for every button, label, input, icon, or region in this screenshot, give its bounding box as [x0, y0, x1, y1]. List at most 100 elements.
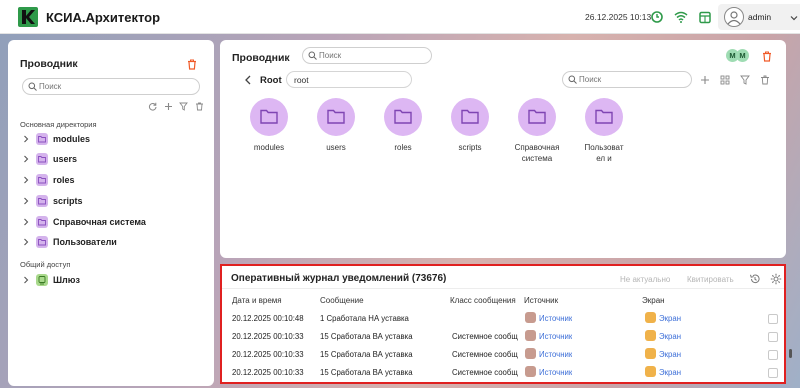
chevron-down-icon [790, 16, 798, 21]
column-header-screen[interactable]: Экран [642, 296, 665, 305]
tree-item-users[interactable]: users [22, 152, 77, 166]
explorer-title: Проводник [232, 52, 290, 64]
cell-message: 1 Сработала НА уставка [320, 314, 409, 323]
wifi-icon[interactable] [674, 10, 688, 24]
back-icon[interactable] [244, 75, 252, 85]
app-logo-icon [18, 7, 38, 27]
explorer-search-field[interactable] [302, 47, 432, 64]
journal-scrollbar[interactable] [789, 290, 793, 380]
folder-icon [36, 153, 48, 165]
gear-icon[interactable] [770, 273, 782, 285]
source-icon [525, 366, 536, 377]
trash-icon[interactable] [762, 51, 772, 62]
tree-item-gateway[interactable]: Шлюз [22, 273, 80, 287]
folder-filter-input[interactable] [579, 73, 684, 86]
cell-class: Системное сообщ... [452, 368, 518, 377]
chevron-right-icon[interactable] [22, 197, 30, 205]
folder-icon [451, 98, 489, 136]
search-icon [568, 75, 577, 84]
column-header-message[interactable]: Сообщение [320, 296, 364, 305]
calendar-icon[interactable] [698, 10, 712, 24]
row-checkbox[interactable] [768, 368, 778, 378]
row-checkbox[interactable] [768, 314, 778, 324]
folder-tile-roles[interactable]: roles [368, 98, 438, 153]
folder-icon [518, 98, 556, 136]
search-icon [308, 51, 317, 60]
chevron-right-icon[interactable] [22, 135, 30, 143]
trash-icon[interactable] [187, 59, 197, 70]
folder-tile-users[interactable]: users [301, 98, 371, 153]
tree-item-reference-system[interactable]: Справочная система [22, 215, 146, 229]
chevron-right-icon[interactable] [22, 176, 30, 184]
column-header-class[interactable]: Класс сообщения [450, 296, 516, 305]
add-icon[interactable] [164, 102, 173, 111]
cell-source-link[interactable]: Источник [539, 314, 572, 323]
path-input[interactable]: root [286, 71, 412, 88]
table-row[interactable]: 20.12.2025 00:10:33 15 Сработала ВА уста… [222, 365, 778, 383]
cell-screen-link[interactable]: Экран [659, 332, 681, 341]
tree-item-label: modules [53, 134, 91, 144]
section-shared-label: Общий доступ [20, 260, 71, 269]
folder-name: Пользовател и [584, 143, 624, 163]
column-header-source[interactable]: Источник [524, 296, 558, 305]
folder-filter-field[interactable] [562, 71, 692, 88]
tree-item-label: Шлюз [53, 275, 80, 285]
left-search-input[interactable] [39, 80, 189, 93]
history-icon[interactable] [749, 273, 761, 285]
search-icon [28, 82, 37, 91]
row-checkbox[interactable] [768, 332, 778, 342]
source-icon [525, 348, 536, 359]
table-row[interactable]: 20.12.2025 00:10:33 15 Сработала ВА уста… [222, 347, 778, 365]
gateway-icon [36, 274, 48, 286]
chevron-right-icon[interactable] [22, 276, 30, 284]
folder-icon [384, 98, 422, 136]
folder-tile-users-ru[interactable]: Пользовател и [569, 98, 639, 164]
tree-item-users-ru[interactable]: Пользователи [22, 235, 117, 249]
left-search-field[interactable] [22, 78, 200, 95]
user-name: admin [748, 12, 772, 22]
clock-icon[interactable] [650, 10, 664, 24]
screen-icon [645, 312, 656, 323]
delete-icon[interactable] [195, 102, 204, 111]
row-checkbox[interactable] [768, 350, 778, 360]
tree-item-modules[interactable]: modules [22, 132, 90, 146]
chevron-right-icon[interactable] [22, 155, 30, 163]
cell-screen-link[interactable]: Экран [659, 350, 681, 359]
add-icon[interactable] [700, 75, 710, 85]
column-header-datetime[interactable]: Дата и время [232, 296, 282, 305]
folder-icon [317, 98, 355, 136]
tree-item-scripts[interactable]: scripts [22, 194, 83, 208]
grid-view-icon[interactable] [720, 75, 730, 85]
not-actual-button[interactable]: Не актуально [620, 275, 670, 284]
folder-tile-scripts[interactable]: scripts [435, 98, 505, 153]
tree-item-roles[interactable]: roles [22, 173, 75, 187]
cell-source-link[interactable]: Источник [539, 368, 572, 377]
acknowledge-button[interactable]: Квитировать [687, 275, 734, 284]
table-row[interactable]: 20.12.2025 00:10:33 15 Сработала ВА уста… [222, 329, 778, 347]
explorer-panel: Проводник M M Root root modules users ro… [220, 40, 786, 258]
cell-source-link[interactable]: Источник [539, 332, 572, 341]
folder-tile-reference-system[interactable]: Справочная система [502, 98, 572, 164]
cell-source-link[interactable]: Источник [539, 350, 572, 359]
cell-screen-link[interactable]: Экран [659, 368, 681, 377]
cell-datetime: 20.12.2025 00:10:48 [232, 314, 304, 323]
filter-icon[interactable] [179, 102, 188, 111]
refresh-icon[interactable] [148, 102, 157, 111]
delete-icon[interactable] [760, 75, 770, 85]
chevron-right-icon[interactable] [22, 238, 30, 246]
scroll-thumb[interactable] [789, 349, 792, 358]
cell-screen-link[interactable]: Экран [659, 314, 681, 323]
filter-icon[interactable] [740, 75, 750, 85]
user-badge[interactable]: M [736, 49, 749, 62]
table-row[interactable]: 20.12.2025 00:10:48 1 Сработала НА устав… [222, 311, 778, 329]
cell-class: Системное сообщ... [452, 332, 518, 341]
path-root-label[interactable]: Root [260, 75, 282, 86]
chevron-right-icon[interactable] [22, 218, 30, 226]
folder-icon [36, 216, 48, 228]
screen-icon [645, 330, 656, 341]
user-menu[interactable]: admin [718, 4, 800, 30]
folder-tile-modules[interactable]: modules [234, 98, 304, 153]
explorer-search-input[interactable] [319, 49, 424, 62]
folder-name: modules [253, 143, 285, 152]
app-title: КСИА.Архитектор [46, 10, 161, 25]
